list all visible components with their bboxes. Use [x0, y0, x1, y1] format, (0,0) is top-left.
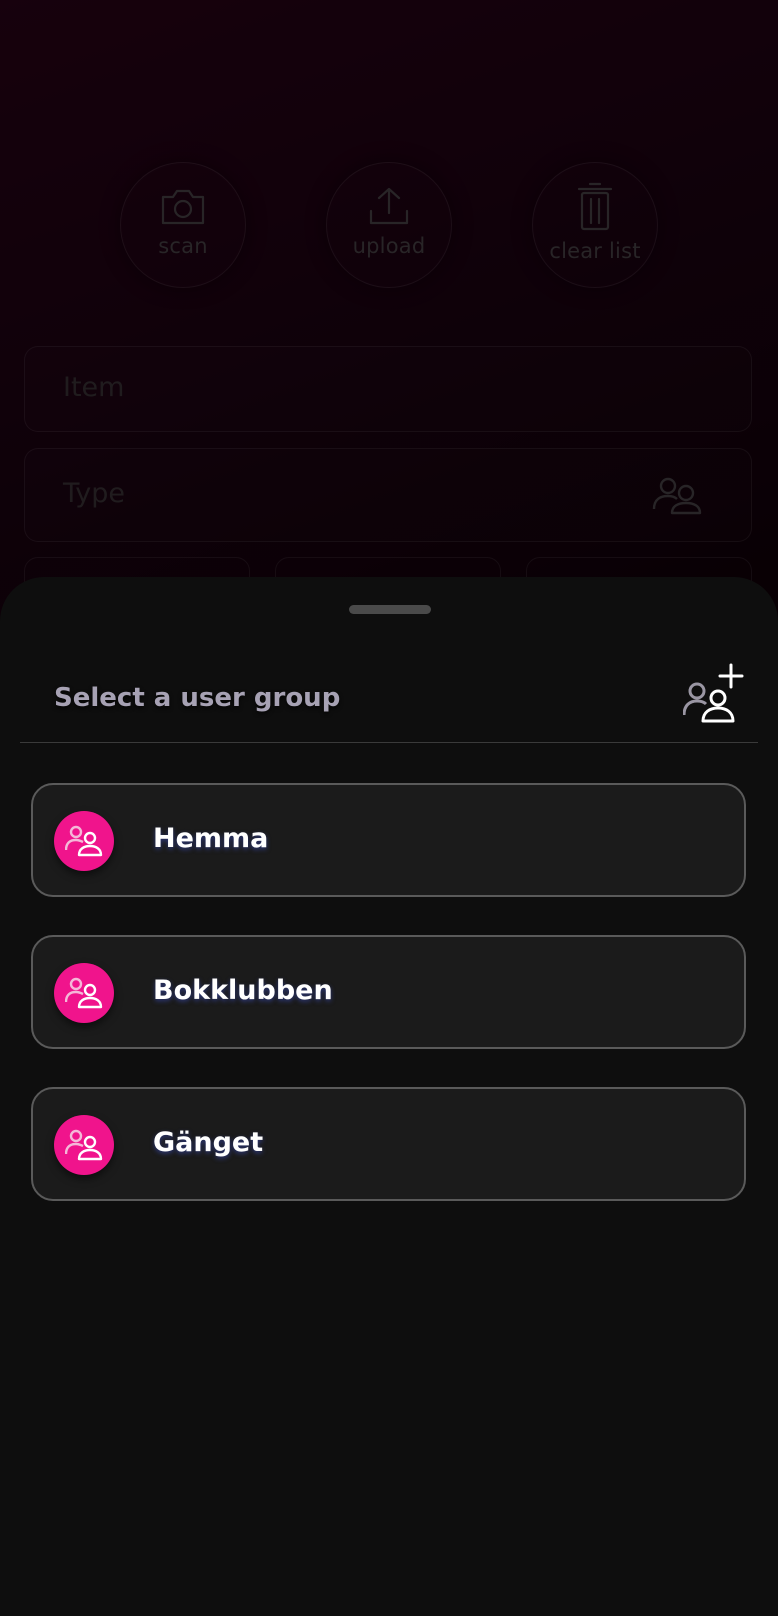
group-item-bokklubben[interactable]: Bokklubben — [31, 935, 746, 1049]
group-icon — [65, 977, 103, 1009]
group-item-ganget[interactable]: Gänget — [31, 1087, 746, 1201]
group-avatar — [54, 1115, 114, 1175]
sheet-drag-handle[interactable] — [349, 605, 431, 614]
group-name: Gänget — [153, 1127, 264, 1158]
group-icon — [65, 825, 103, 857]
sheet-divider — [20, 742, 758, 743]
group-name: Bokklubben — [153, 975, 333, 1006]
sheet-title: Select a user group — [54, 683, 341, 713]
group-avatar — [54, 811, 114, 871]
user-group-sheet: Select a user group Hemma Bokklubben Gän… — [0, 577, 778, 1616]
group-icon — [65, 1129, 103, 1161]
group-item-hemma[interactable]: Hemma — [31, 783, 746, 897]
group-avatar — [54, 963, 114, 1023]
add-group-button[interactable] — [682, 661, 747, 725]
group-name: Hemma — [153, 823, 269, 854]
group-add-icon — [682, 663, 744, 723]
